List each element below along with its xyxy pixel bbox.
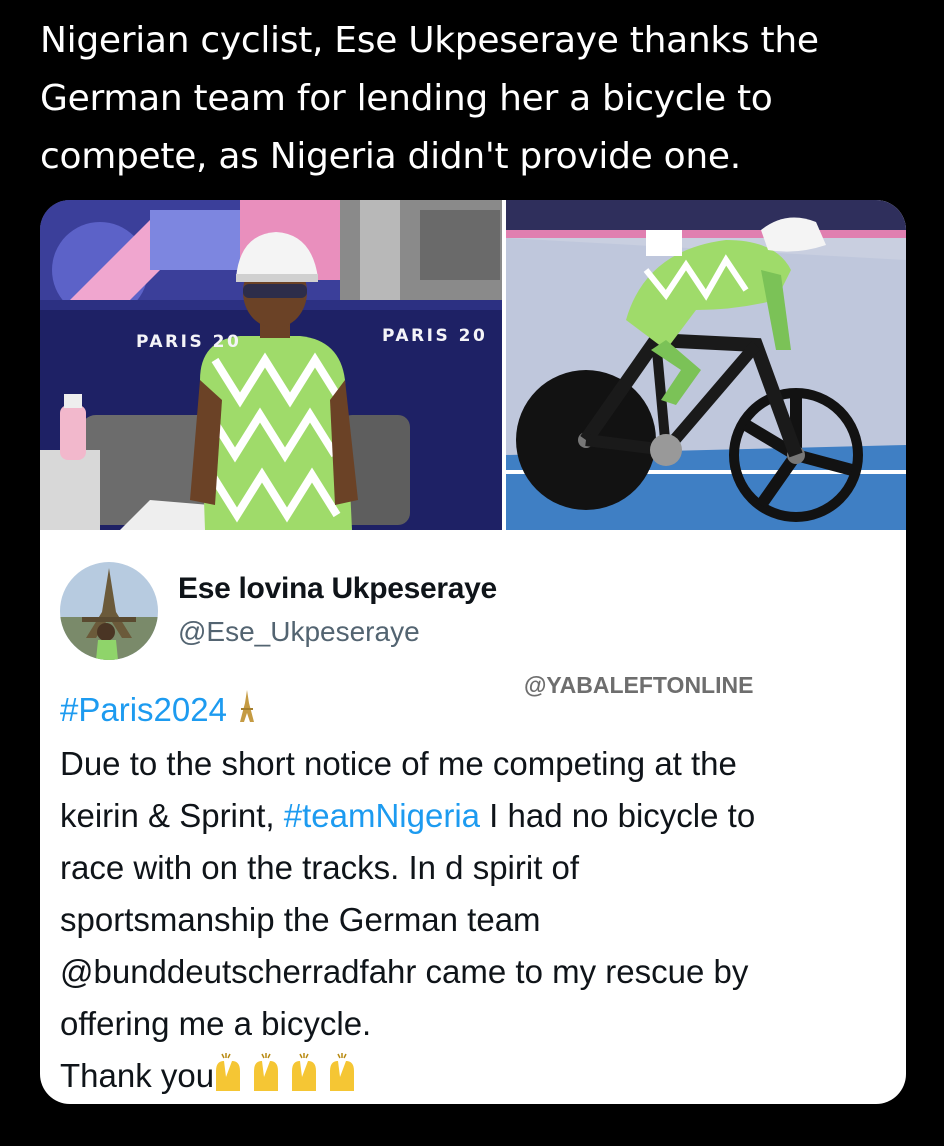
athlete-riding-photo[interactable] — [506, 200, 906, 530]
tweet-line-4: sportsmanship the German team — [60, 901, 541, 939]
tweet-line-2-start: keirin & Sprint, — [60, 797, 284, 835]
tweet-line-1: Due to the short notice of me competing … — [60, 745, 737, 783]
tweet-line-2: keirin & Sprint, #teamNigeria I had no b… — [60, 790, 890, 842]
thank-you-text: Thank you — [60, 1057, 215, 1095]
tweet-line-6: offering me a bicycle. — [60, 1005, 372, 1043]
headline-line-3: compete, as Nigeria didn't provide one. — [40, 136, 741, 177]
hashtag-paris2024[interactable]: #Paris2024 — [60, 691, 227, 728]
eiffel-tower-icon — [236, 686, 258, 738]
author-handle[interactable]: @Ese_Ukpeseraye — [178, 616, 420, 648]
tweet-line-7: Thank you — [60, 1050, 890, 1104]
tweet-card: PARIS 20 PARIS 20 Ese lovina Ukpeseraye … — [40, 200, 906, 1104]
tweet-line-2-end: I had no bicycle to — [480, 797, 756, 835]
paris-banner-text-2: PARIS 20 — [382, 326, 488, 346]
raised-hands-icon — [214, 1051, 364, 1104]
tweet-line-5: @bunddeutscherradfahr came to my rescue … — [60, 953, 749, 991]
athlete-seated-photo[interactable] — [40, 200, 506, 530]
tweet-photos[interactable]: PARIS 20 PARIS 20 — [40, 200, 906, 530]
tweet-line-hashtag: #Paris2024 — [60, 684, 890, 738]
tweet-text: #Paris2024 Due to the short notice of me… — [60, 684, 890, 1104]
tweet-line-3: race with on the tracks. In d spirit of — [60, 849, 580, 887]
eiffel-avatar-image — [60, 562, 158, 660]
headline-line-1: Nigerian cyclist, Ese Ukpeseraye thanks … — [40, 20, 819, 61]
author-display-name[interactable]: Ese lovina Ukpeseraye — [178, 572, 497, 606]
paris-banner-text-1: PARIS 20 — [136, 332, 242, 352]
avatar[interactable] — [60, 562, 158, 660]
headline-line-2: German team for lending her a bicycle to — [40, 78, 773, 119]
hashtag-teamnigeria[interactable]: #teamNigeria — [284, 797, 480, 834]
headline: Nigerian cyclist, Ese Ukpeseraye thanks … — [40, 12, 920, 186]
